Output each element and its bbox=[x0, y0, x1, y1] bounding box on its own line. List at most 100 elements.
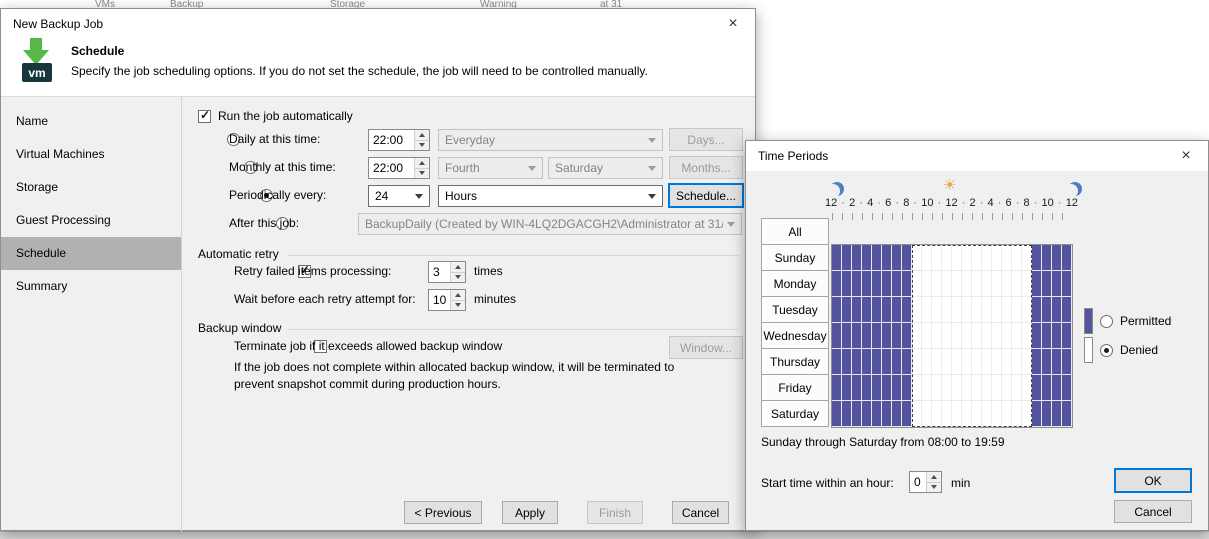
time-cell[interactable] bbox=[972, 375, 982, 401]
time-cell[interactable] bbox=[1012, 375, 1022, 401]
time-cell[interactable] bbox=[1022, 349, 1032, 375]
time-cell[interactable] bbox=[1032, 375, 1042, 401]
time-cell[interactable] bbox=[862, 245, 872, 271]
time-cell[interactable] bbox=[872, 323, 882, 349]
spin-up-button[interactable] bbox=[927, 472, 941, 482]
time-cell[interactable] bbox=[882, 271, 892, 297]
time-cell[interactable] bbox=[832, 401, 842, 427]
time-cell[interactable] bbox=[872, 271, 882, 297]
spin-up-button[interactable] bbox=[451, 262, 465, 272]
time-cell[interactable] bbox=[942, 323, 952, 349]
time-cell[interactable] bbox=[852, 297, 862, 323]
time-cell[interactable] bbox=[902, 323, 912, 349]
time-cell[interactable] bbox=[952, 349, 962, 375]
time-cell[interactable] bbox=[842, 271, 852, 297]
time-cell[interactable] bbox=[1002, 375, 1012, 401]
time-cell[interactable] bbox=[1012, 401, 1022, 427]
day-button-friday[interactable]: Friday bbox=[761, 374, 829, 401]
time-cell[interactable] bbox=[1062, 323, 1072, 349]
time-cell[interactable] bbox=[1052, 297, 1062, 323]
time-cell[interactable] bbox=[882, 401, 892, 427]
spin-down-button[interactable] bbox=[415, 140, 429, 151]
time-cell[interactable] bbox=[1032, 271, 1042, 297]
day-button-thursday[interactable]: Thursday bbox=[761, 348, 829, 375]
close-icon[interactable]: × bbox=[723, 14, 743, 34]
time-cell[interactable] bbox=[992, 375, 1002, 401]
time-cell[interactable] bbox=[832, 297, 842, 323]
spin-down-button[interactable] bbox=[415, 168, 429, 179]
time-cell[interactable] bbox=[862, 271, 872, 297]
spin-up-button[interactable] bbox=[415, 130, 429, 140]
time-cell[interactable] bbox=[1042, 401, 1052, 427]
time-cell[interactable] bbox=[852, 245, 862, 271]
time-cell[interactable] bbox=[882, 375, 892, 401]
time-cell[interactable] bbox=[852, 271, 862, 297]
time-cell[interactable] bbox=[932, 349, 942, 375]
time-cell[interactable] bbox=[992, 245, 1002, 271]
time-cell[interactable] bbox=[922, 271, 932, 297]
time-cell[interactable] bbox=[952, 297, 962, 323]
time-cell[interactable] bbox=[952, 375, 962, 401]
time-cell[interactable] bbox=[932, 401, 942, 427]
time-cell[interactable] bbox=[872, 375, 882, 401]
time-cell[interactable] bbox=[922, 323, 932, 349]
ok-button[interactable]: OK bbox=[1114, 468, 1192, 493]
time-cell[interactable] bbox=[932, 271, 942, 297]
time-cell[interactable] bbox=[832, 245, 842, 271]
time-cell[interactable] bbox=[902, 375, 912, 401]
sidebar-item-guest-processing[interactable]: Guest Processing bbox=[1, 204, 181, 237]
day-button-tuesday[interactable]: Tuesday bbox=[761, 296, 829, 323]
time-cell[interactable] bbox=[892, 323, 902, 349]
time-cell[interactable] bbox=[962, 245, 972, 271]
time-cell[interactable] bbox=[912, 349, 922, 375]
time-cell[interactable] bbox=[1052, 245, 1062, 271]
time-cell[interactable] bbox=[922, 245, 932, 271]
time-cell[interactable] bbox=[1042, 375, 1052, 401]
time-cell[interactable] bbox=[922, 401, 932, 427]
daily-time-spinner[interactable]: 22:00 bbox=[368, 129, 430, 151]
close-icon[interactable]: × bbox=[1176, 146, 1196, 166]
time-cell[interactable] bbox=[932, 297, 942, 323]
time-cell[interactable] bbox=[912, 271, 922, 297]
time-cell[interactable] bbox=[902, 271, 912, 297]
time-cell[interactable] bbox=[1012, 245, 1022, 271]
time-cell[interactable] bbox=[892, 401, 902, 427]
time-cell[interactable] bbox=[872, 245, 882, 271]
cancel-button[interactable]: Cancel bbox=[1114, 500, 1192, 523]
time-cell[interactable] bbox=[1042, 245, 1052, 271]
time-cell[interactable] bbox=[912, 401, 922, 427]
time-cell[interactable] bbox=[982, 297, 992, 323]
time-cell[interactable] bbox=[892, 245, 902, 271]
time-cell[interactable] bbox=[892, 349, 902, 375]
schedule-button[interactable]: Schedule... bbox=[668, 183, 744, 208]
time-cell[interactable] bbox=[1002, 245, 1012, 271]
time-cell[interactable] bbox=[1042, 271, 1052, 297]
time-cell[interactable] bbox=[1052, 323, 1062, 349]
time-cell[interactable] bbox=[862, 375, 872, 401]
time-cell[interactable] bbox=[862, 401, 872, 427]
time-cell[interactable] bbox=[862, 323, 872, 349]
time-cell[interactable] bbox=[1002, 401, 1012, 427]
time-cell[interactable] bbox=[1032, 349, 1042, 375]
time-cell[interactable] bbox=[972, 297, 982, 323]
denied-radio[interactable] bbox=[1100, 344, 1113, 357]
cancel-button[interactable]: Cancel bbox=[672, 501, 729, 524]
time-cell[interactable] bbox=[922, 297, 932, 323]
time-cell[interactable] bbox=[1052, 401, 1062, 427]
previous-button[interactable]: < Previous bbox=[404, 501, 482, 524]
time-cell[interactable] bbox=[1042, 297, 1052, 323]
time-cell[interactable] bbox=[1062, 245, 1072, 271]
time-cell[interactable] bbox=[942, 401, 952, 427]
sidebar-item-name[interactable]: Name bbox=[1, 105, 181, 138]
time-cell[interactable] bbox=[992, 349, 1002, 375]
time-cell[interactable] bbox=[902, 245, 912, 271]
time-cell[interactable] bbox=[892, 271, 902, 297]
time-cell[interactable] bbox=[882, 323, 892, 349]
time-cell[interactable] bbox=[882, 297, 892, 323]
time-cell[interactable] bbox=[962, 271, 972, 297]
day-button-sunday[interactable]: Sunday bbox=[761, 244, 829, 271]
time-cell[interactable] bbox=[972, 245, 982, 271]
time-cell[interactable] bbox=[832, 375, 842, 401]
spin-up-button[interactable] bbox=[451, 290, 465, 300]
time-cell[interactable] bbox=[872, 349, 882, 375]
